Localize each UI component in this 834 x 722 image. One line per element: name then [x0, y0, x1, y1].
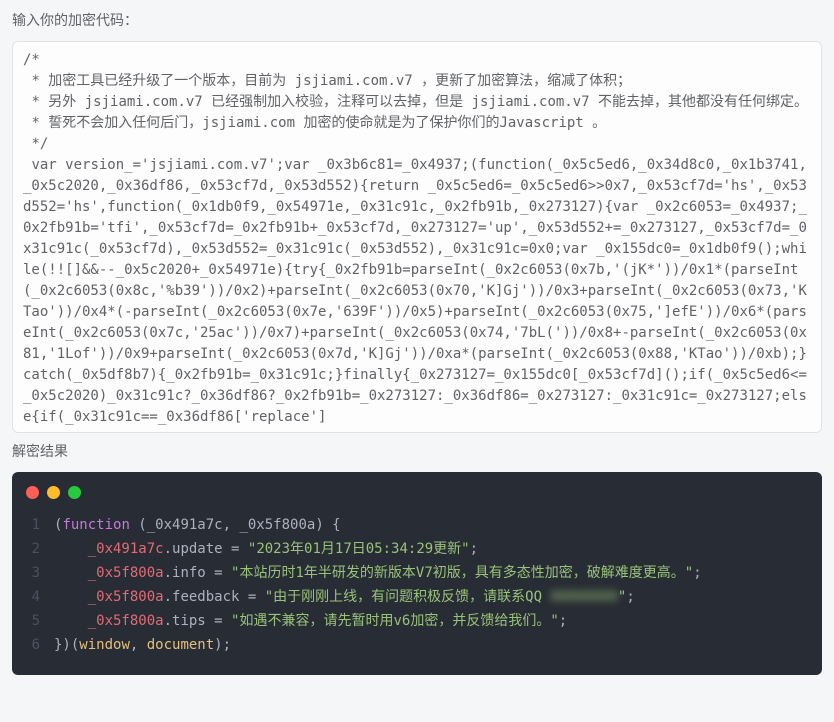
encrypted-code-textarea[interactable] — [23, 50, 811, 426]
code-line: 3 _0x5f800a.info = "本站历时1年半研发的新版本V7初版，具有… — [26, 561, 808, 585]
line-number: 2 — [26, 537, 54, 561]
token: "2023年01月17日05:34:29更新" — [248, 541, 470, 557]
close-icon[interactable] — [26, 486, 39, 499]
token: ; — [693, 565, 701, 581]
line-number: 5 — [26, 609, 54, 633]
token: _0x5f800a — [88, 589, 164, 605]
token: . — [164, 613, 172, 629]
code-line: 6})(window, document); — [26, 633, 808, 657]
token: function — [62, 517, 129, 533]
line-number: 6 — [26, 633, 54, 657]
token — [54, 589, 88, 605]
window-controls — [26, 486, 808, 499]
token: _0x5f800a — [88, 565, 164, 581]
token — [54, 613, 88, 629]
result-code-body: 1(function (_0x491a7c, _0x5f800a) {2 _0x… — [26, 513, 808, 657]
line-content: _0x5f800a.info = "本站历时1年半研发的新版本V7初版，具有多态… — [54, 561, 808, 585]
token: , — [130, 637, 147, 653]
token: = — [223, 541, 248, 557]
code-line: 4 _0x5f800a.feedback = "由于刚刚上线，有问题积极反馈，请… — [26, 585, 808, 609]
token: "如遇不兼容，请先暂时用v6加密，并反馈给我们。" — [231, 613, 559, 629]
token: window — [79, 637, 130, 653]
line-content: _0x491a7c.update = "2023年01月17日05:34:29更… — [54, 537, 808, 561]
token: update — [172, 541, 223, 557]
code-line: 2 _0x491a7c.update = "2023年01月17日05:34:2… — [26, 537, 808, 561]
result-section-title: 解密结果 — [12, 441, 822, 462]
code-line: 5 _0x5f800a.tips = "如遇不兼容，请先暂时用v6加密，并反馈给… — [26, 609, 808, 633]
line-content: _0x5f800a.feedback = "由于刚刚上线，有问题积极反馈，请联系… — [54, 585, 808, 609]
token: tips — [172, 613, 206, 629]
token: ; — [470, 541, 478, 557]
token: })( — [54, 637, 79, 653]
token: feedback — [172, 589, 239, 605]
token: = — [239, 589, 264, 605]
token: info — [172, 565, 206, 581]
token: ) { — [315, 517, 340, 533]
maximize-icon[interactable] — [68, 486, 81, 499]
line-content: _0x5f800a.tips = "如遇不兼容，请先暂时用v6加密，并反馈给我们… — [54, 609, 808, 633]
line-number: 3 — [26, 561, 54, 585]
line-number: 4 — [26, 585, 54, 609]
line-content: (function (_0x491a7c, _0x5f800a) { — [54, 513, 808, 537]
token — [54, 565, 88, 581]
token: ); — [214, 637, 231, 653]
code-line: 1(function (_0x491a7c, _0x5f800a) { — [26, 513, 808, 537]
token: . — [164, 541, 172, 557]
token: 00000000 — [550, 585, 617, 609]
token: ; — [559, 613, 567, 629]
token: document — [147, 637, 214, 653]
token: = — [206, 565, 231, 581]
token: _0x491a7c, _0x5f800a — [147, 517, 316, 533]
token: "本站历时1年半研发的新版本V7初版，具有多态性加密，破解难度更高。" — [231, 565, 693, 581]
token: . — [164, 589, 172, 605]
result-code-panel: 1(function (_0x491a7c, _0x5f800a) {2 _0x… — [12, 472, 822, 675]
line-content: })(window, document); — [54, 633, 808, 657]
line-number: 1 — [26, 513, 54, 537]
token: "由于刚刚上线，有问题积极反馈，请联系QQ — [265, 589, 551, 605]
token: . — [164, 565, 172, 581]
token: ; — [626, 589, 634, 605]
token: _0x5f800a — [88, 613, 164, 629]
token: ( — [130, 517, 147, 533]
encrypted-code-input-wrap — [12, 41, 822, 433]
input-section-title: 输入你的加密代码： — [12, 10, 822, 31]
token: _0x491a7c — [88, 541, 164, 557]
token — [54, 541, 88, 557]
minimize-icon[interactable] — [47, 486, 60, 499]
token: = — [206, 613, 231, 629]
